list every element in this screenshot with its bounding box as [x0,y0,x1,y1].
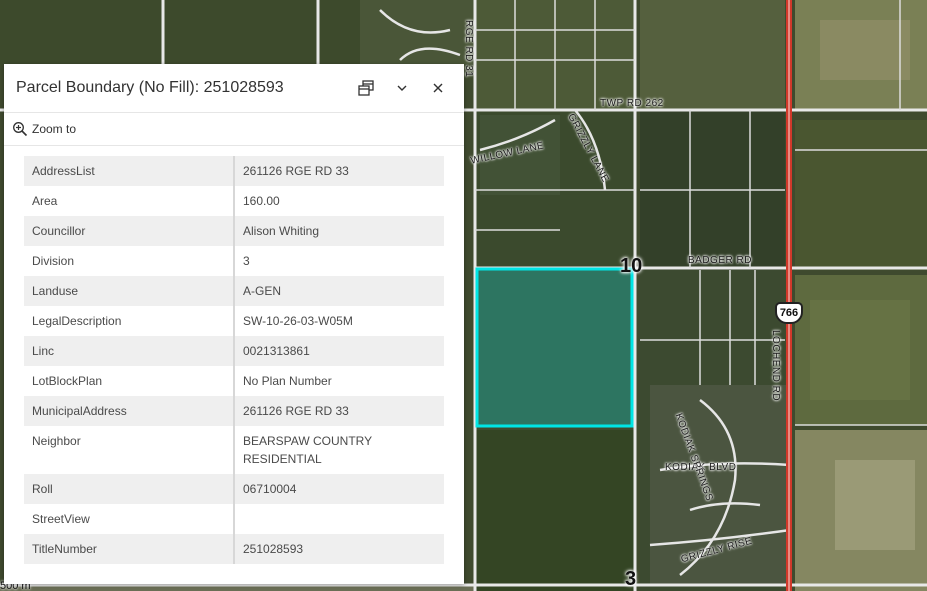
attribute-row: StreetView [24,504,444,534]
attribute-key: Landuse [24,276,235,306]
selected-parcel-outline[interactable] [475,267,634,428]
close-icon [433,83,443,93]
popup-content: AddressList 261126 RGE RD 33 Area 160.00 Cou… [4,146,464,564]
attribute-value: 160.00 [234,186,444,216]
attribute-value: 3 [234,246,444,276]
map-label-twp-rd: TWP RD 262 [600,98,664,109]
zoom-to-label: Zoom to [32,122,77,136]
attribute-row: Linc 0021313861 [24,336,444,366]
attribute-key: Linc [24,336,235,366]
zoom-to-button[interactable]: Zoom to [12,121,76,137]
attribute-value [234,504,444,534]
dock-button[interactable] [348,70,384,106]
zoom-in-icon [13,122,28,137]
attribute-key: MunicipalAddress [24,396,235,426]
attribute-row: Councillor Alison Whiting [24,216,444,246]
attribute-key: LotBlockPlan [24,366,235,396]
attribute-row: TitleNumber 251028593 [24,534,444,564]
attribute-key: AddressList [24,156,235,186]
attribute-row: Division 3 [24,246,444,276]
attribute-value: No Plan Number [234,366,444,396]
attribute-value: Alison Whiting [234,216,444,246]
map-label-rge-rd: RGE RD 31 [463,20,474,78]
attribute-key: TitleNumber [24,534,235,564]
attribute-key: Councillor [24,216,235,246]
section-number-10: 10 [620,255,643,277]
attribute-key: StreetView [24,504,235,534]
attribute-value: 261126 RGE RD 33 [234,396,444,426]
chevron-down-icon [397,85,407,91]
attribute-key: Area [24,186,235,216]
attribute-row: MunicipalAddress 261126 RGE RD 33 [24,396,444,426]
attribute-key: Roll [24,474,235,504]
attribute-value: 0021313861 [234,336,444,366]
attribute-row: Landuse A-GEN [24,276,444,306]
attribute-row: LotBlockPlan No Plan Number [24,366,444,396]
attribute-row: Neighbor BEARSPAW COUNTRY RESIDENTIAL [24,426,444,474]
map-label-badger-rd: BADGER RD [688,255,752,266]
attribute-row: Roll 06710004 [24,474,444,504]
attribute-key: Division [24,246,235,276]
attribute-key: LegalDescription [24,306,235,336]
attribute-row: Area 160.00 [24,186,444,216]
attribute-table: AddressList 261126 RGE RD 33 Area 160.00 Cou… [24,156,444,564]
highway-shield-icon: 766 [775,302,803,324]
close-button[interactable] [420,70,456,106]
feature-popup: Parcel Boundary (No Fill): 251028593 Zoo… [4,64,464,584]
popup-header: Parcel Boundary (No Fill): 251028593 [4,64,464,112]
dock-icon [358,80,374,96]
attribute-key: Neighbor [24,426,235,474]
attribute-value: 06710004 [234,474,444,504]
map-label-lochend-rd: LOCHEND RD [770,330,781,402]
attribute-value: 251028593 [234,534,444,564]
popup-title: Parcel Boundary (No Fill): 251028593 [16,79,284,96]
attribute-value: SW-10-26-03-W05M [234,306,444,336]
collapse-button[interactable] [384,70,420,106]
attribute-value: A-GEN [234,276,444,306]
attribute-value: BEARSPAW COUNTRY RESIDENTIAL [234,426,444,474]
section-number-3: 3 [625,568,637,590]
attribute-row: AddressList 261126 RGE RD 33 [24,156,444,186]
attribute-row: LegalDescription SW-10-26-03-W05M [24,306,444,336]
attribute-value: 261126 RGE RD 33 [234,156,444,186]
popup-actions-bar: Zoom to [4,112,464,146]
